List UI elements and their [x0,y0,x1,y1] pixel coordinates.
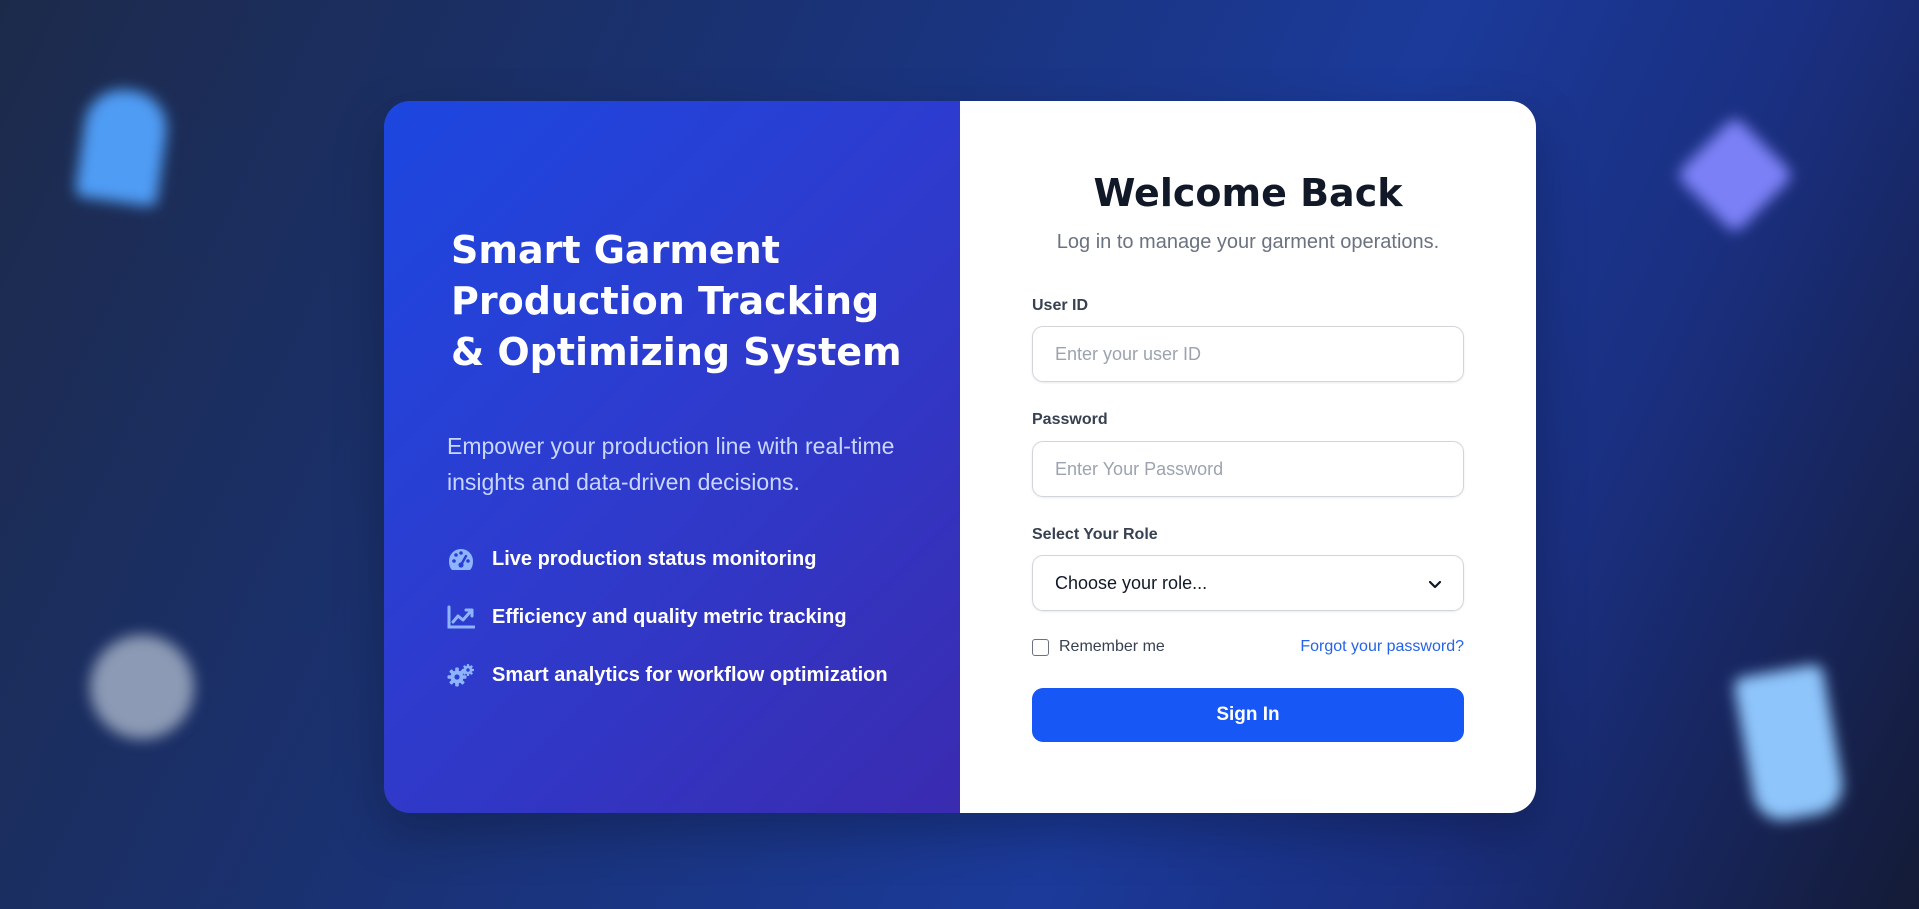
feature-list: Live production status monitoring Effici… [447,544,888,718]
feature-label: Efficiency and quality metric tracking [492,605,847,628]
role-label: Select Your Role [1032,526,1158,543]
hero-title-line: & Optimizing System [451,330,902,374]
feature-item: Efficiency and quality metric tracking [447,602,888,632]
feature-item: Live production status monitoring [447,544,888,574]
chart-line-icon [447,603,475,631]
hero-title-line: Production Tracking [451,279,880,323]
remember-me-label: Remember me [1059,638,1165,655]
hero-subtitle: Empower your production line with real-t… [447,433,895,495]
user-id-input[interactable] [1032,326,1464,382]
login-form-panel: Welcome Back Log in to manage your garme… [960,101,1536,813]
feature-label: Live production status monitoring [492,547,817,570]
hero-title-line: Smart Garment [451,228,780,272]
decorative-blur-diamond [1675,115,1795,235]
login-subtitle: Log in to manage your garment operations… [1056,231,1440,253]
password-label: Password [1032,411,1108,428]
chevron-down-icon [1428,573,1442,594]
gauge-icon [447,545,475,573]
decorative-blur-shape [1732,663,1848,825]
feature-label: Smart analytics for workflow optimizatio… [492,663,888,686]
sign-in-button[interactable]: Sign In [1032,688,1464,742]
login-card: Smart Garment Production Tracking & Opti… [384,101,1536,813]
password-input[interactable] [1032,441,1464,497]
hero-panel: Smart Garment Production Tracking & Opti… [384,101,960,813]
forgot-password-link[interactable]: Forgot your password? [1300,638,1464,656]
decorative-blur-circle [90,635,194,739]
role-select[interactable]: Choose your role... [1032,555,1464,611]
decorative-blur-shape [74,84,172,208]
remember-me: Remember me [1032,638,1165,656]
feature-item: Smart analytics for workflow optimizatio… [447,660,888,690]
remember-me-checkbox[interactable] [1032,638,1049,656]
role-select-value: Choose your role... [1055,572,1208,593]
user-id-label: User ID [1032,297,1089,314]
gears-icon [447,661,475,689]
hero-title: Smart Garment Production Tracking & Opti… [451,225,921,378]
login-title: Welcome Back [1093,171,1403,215]
